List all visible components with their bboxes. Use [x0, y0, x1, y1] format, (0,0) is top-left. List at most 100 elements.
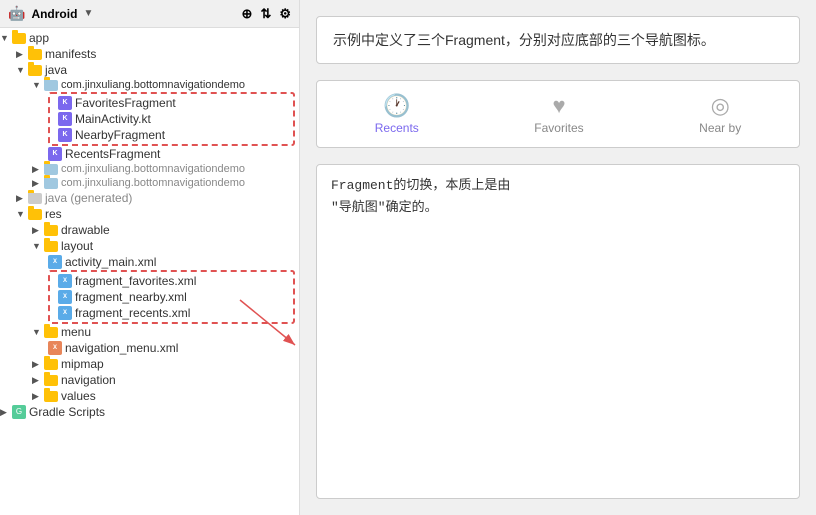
tree-label: menu: [61, 325, 91, 339]
annotation-text-bottom: Fragment的切换，本质上是由"导航图"确定的。: [331, 178, 510, 215]
xml-icon: X: [48, 255, 62, 269]
annotation-box-bottom: Fragment的切换，本质上是由"导航图"确定的。: [316, 164, 800, 499]
tree-item-layout[interactable]: ▼ layout: [0, 238, 299, 254]
tree-item-package3[interactable]: ▶ com.jinxuliang.bottomnavigationdemo: [0, 176, 299, 190]
tree-item-fragment-nearby-xml[interactable]: X fragment_nearby.xml: [50, 289, 293, 305]
tree-label: mipmap: [61, 357, 104, 371]
package-icon: [44, 164, 58, 175]
xml-icon: X: [58, 274, 72, 288]
arrow-icon: ▼: [32, 80, 44, 90]
package-icon: [44, 178, 58, 189]
dashed-group-kt: K FavoritesFragment K MainActivity.kt K …: [48, 92, 295, 146]
nav-label-nearby: Near by: [699, 121, 741, 135]
structure-icon[interactable]: ⇅: [260, 6, 271, 22]
tree-label: MainActivity.kt: [75, 112, 151, 126]
tree-label: java: [45, 63, 67, 77]
tree-label: NearbyFragment: [75, 128, 165, 142]
tree-label: app: [29, 31, 49, 45]
file-tree-panel: 🤖 Android ▼ ⊕ ⇅ ⚙ ▼ app ▶ manifests ▼ ja…: [0, 0, 300, 515]
nav-item-favorites[interactable]: ♥ Favorites: [514, 89, 603, 139]
folder-icon: [44, 375, 58, 386]
kt-icon: K: [48, 147, 62, 161]
tree-item-recents-fragment[interactable]: K RecentsFragment: [0, 146, 299, 162]
tree-item-java[interactable]: ▼ java: [0, 62, 299, 78]
sync-icon[interactable]: ⊕: [242, 6, 253, 22]
tree-item-fragment-recents-xml[interactable]: X fragment_recents.xml: [50, 305, 293, 321]
tree-item-nearby-fragment[interactable]: K NearbyFragment: [50, 127, 293, 143]
arrow-icon: ▶: [32, 375, 44, 386]
package-icon: [44, 80, 58, 91]
annotation-box-top: 示例中定义了三个Fragment，分别对应底部的三个导航图标。: [316, 16, 800, 64]
kt-icon: K: [58, 96, 72, 110]
xml-icon: X: [48, 341, 62, 355]
arrow-icon: ▶: [32, 391, 44, 402]
tree-item-navigation[interactable]: ▶ navigation: [0, 372, 299, 388]
folder-icon: [28, 209, 42, 220]
nav-label-favorites: Favorites: [534, 121, 583, 135]
tree-item-gradle-scripts[interactable]: ▶ G Gradle Scripts: [0, 404, 299, 420]
tree-item-values[interactable]: ▶ values: [0, 388, 299, 404]
tree-label: drawable: [61, 223, 110, 237]
annotation-text-top: 示例中定义了三个Fragment，分别对应底部的三个导航图标。: [333, 32, 715, 48]
arrow-icon: ▶: [32, 164, 44, 175]
tree-label: layout: [61, 239, 93, 253]
tree-label: activity_main.xml: [65, 255, 156, 269]
tree-label: values: [61, 389, 96, 403]
settings-icon[interactable]: ⚙: [279, 6, 291, 22]
recents-icon: 🕐: [383, 93, 410, 119]
nav-item-nearby[interactable]: ◎ Near by: [679, 89, 761, 139]
folder-icon: [28, 65, 42, 76]
tree-item-fragment-favorites-xml[interactable]: X fragment_favorites.xml: [50, 273, 293, 289]
panel-header: 🤖 Android ▼ ⊕ ⇅ ⚙: [0, 0, 299, 28]
folder-icon: [44, 391, 58, 402]
panel-title: Android: [31, 7, 77, 21]
dropdown-icon[interactable]: ▼: [83, 8, 93, 19]
tree-label: java (generated): [45, 191, 132, 205]
tree-label: navigation_menu.xml: [65, 341, 178, 355]
tree-item-java-generated[interactable]: ▶ java (generated): [0, 190, 299, 206]
tree-item-menu[interactable]: ▼ menu: [0, 324, 299, 340]
tree-item-activity-main[interactable]: X activity_main.xml: [0, 254, 299, 270]
tree-item-mipmap[interactable]: ▶ mipmap: [0, 356, 299, 372]
tree-label: fragment_recents.xml: [75, 306, 190, 320]
tree-item-mainactivity[interactable]: K MainActivity.kt: [50, 111, 293, 127]
tree-item-drawable[interactable]: ▶ drawable: [0, 222, 299, 238]
tree-label: navigation: [61, 373, 116, 387]
tree-item-app[interactable]: ▼ app: [0, 30, 299, 46]
tree-item-package2[interactable]: ▶ com.jinxuliang.bottomnavigationdemo: [0, 162, 299, 176]
folder-icon: [44, 241, 58, 252]
arrow-icon: ▼: [32, 241, 44, 251]
arrow-icon: ▶: [32, 225, 44, 236]
tree-item-manifests[interactable]: ▶ manifests: [0, 46, 299, 62]
arrow-icon: ▼: [0, 33, 12, 43]
tree-item-package[interactable]: ▼ com.jinxuliang.bottomnavigationdemo: [0, 78, 299, 92]
tree-item-favorites-fragment[interactable]: K FavoritesFragment: [50, 95, 293, 111]
nearby-icon: ◎: [711, 93, 730, 119]
favorites-icon: ♥: [552, 93, 565, 119]
folder-icon: [44, 359, 58, 370]
tree-label: fragment_nearby.xml: [75, 290, 187, 304]
tree-label: Gradle Scripts: [29, 405, 105, 419]
tree-label: fragment_favorites.xml: [75, 274, 196, 288]
folder-icon: [28, 49, 42, 60]
kt-icon: K: [58, 112, 72, 126]
tree-item-res[interactable]: ▼ res: [0, 206, 299, 222]
arrow-icon: ▼: [16, 209, 28, 219]
kt-icon: K: [58, 128, 72, 142]
arrow-icon: ▶: [32, 178, 44, 189]
tree-label: res: [45, 207, 62, 221]
folder-icon: [12, 33, 26, 44]
nav-label-recents: Recents: [375, 121, 419, 135]
nav-item-recents[interactable]: 🕐 Recents: [355, 89, 439, 139]
arrow-icon: ▶: [0, 407, 12, 418]
file-tree: ▼ app ▶ manifests ▼ java ▼ com.jinxulian…: [0, 28, 299, 515]
tree-label: RecentsFragment: [65, 147, 160, 161]
arrow-icon: ▶: [32, 359, 44, 370]
bottom-nav-preview: 🕐 Recents ♥ Favorites ◎ Near by: [316, 80, 800, 148]
xml-icon: X: [58, 306, 72, 320]
tree-label: manifests: [45, 47, 96, 61]
dashed-group-xml: X fragment_favorites.xml X fragment_near…: [48, 270, 295, 324]
tree-label: com.jinxuliang.bottomnavigationdemo: [61, 177, 245, 189]
folder-icon: [28, 193, 42, 204]
tree-item-navigation-menu[interactable]: X navigation_menu.xml: [0, 340, 299, 356]
